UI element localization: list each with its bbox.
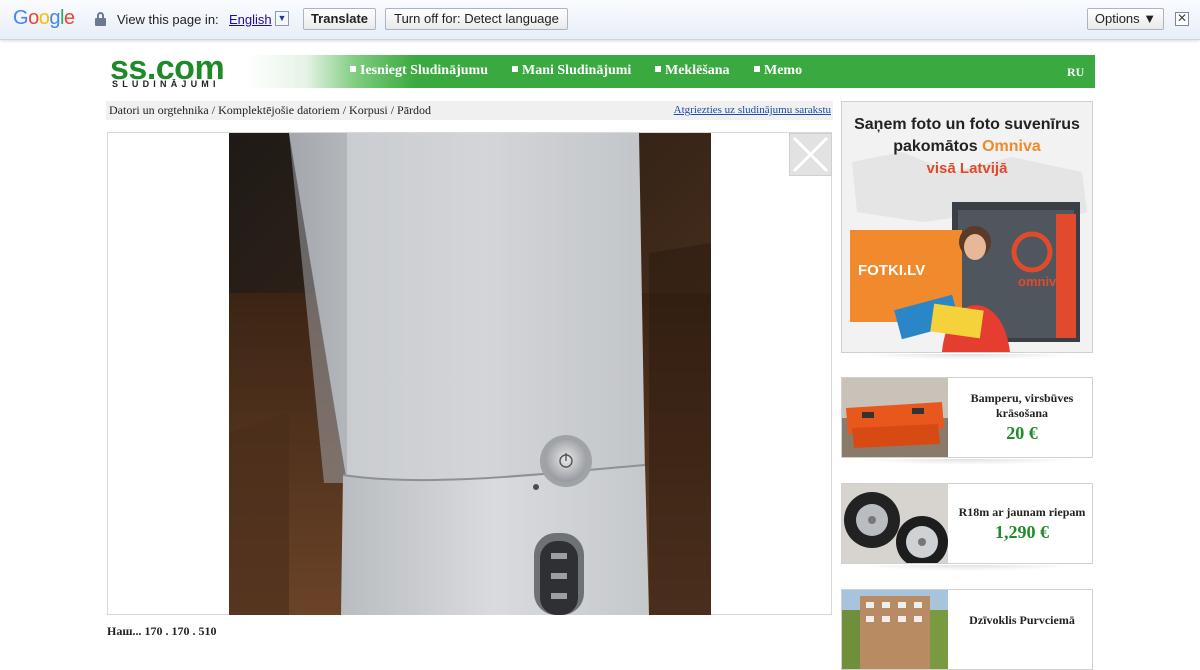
close-icon[interactable]: [789, 133, 832, 176]
google-logo-letter: o: [28, 7, 39, 29]
chevron-down-icon[interactable]: ▼: [275, 11, 289, 26]
breadcrumb-path[interactable]: Datori un orgtehnika / Komplektējošie da…: [109, 103, 431, 118]
google-logo-letter: g: [49, 7, 60, 29]
google-logo-letter: e: [63, 7, 75, 29]
google-logo-letter: G: [13, 7, 29, 29]
site-logo[interactable]: ss.com SLUDINĀJUMI: [106, 49, 346, 89]
translate-bar: Google View this page in: English ▼ Tran…: [0, 0, 1200, 40]
language-link[interactable]: English: [229, 12, 272, 27]
banner-headline-line2: pakomātos Omniva: [842, 136, 1092, 158]
ad-text: Bamperu, virsbūves krāsošana 20 €: [952, 378, 1092, 457]
logo-subtitle: SLUDINĀJUMI: [112, 79, 220, 89]
language-switch-ru[interactable]: RU: [1067, 65, 1084, 80]
ad-price: 20 €: [1006, 423, 1038, 443]
banner-brand: Omniva: [982, 138, 1041, 155]
ad-text: R18m ar jaunam riepam 1,290 €: [952, 484, 1092, 563]
banner-headline-line3: visā Latvijā: [926, 160, 1008, 177]
banner-headline-line1: Saņem foto un foto suvenīrus: [854, 116, 1080, 133]
nav-item-my-ads[interactable]: Mani Sludinājumi: [512, 63, 631, 79]
banner-headline: Saņem foto un foto suvenīrus pakomātos O…: [842, 114, 1092, 180]
ad-banner-omniva[interactable]: Saņem foto un foto suvenīrus pakomātos O…: [841, 101, 1093, 353]
nav-item-search[interactable]: Meklēšana: [655, 63, 730, 79]
listing-detail-partial: Наш... 170 . 170 . 510: [107, 624, 217, 638]
ad-shadow: [858, 354, 1078, 360]
ad-card-bumper[interactable]: Bamperu, virsbūves krāsošana 20 €: [841, 377, 1093, 458]
close-icon[interactable]: ✕: [1175, 12, 1189, 26]
listing-photo[interactable]: [229, 133, 711, 615]
listing-photo-frame: [107, 132, 832, 615]
ad-shadow: [858, 565, 1078, 571]
view-page-in-label: View this page in:: [117, 12, 219, 27]
site-header: Iesniegt Sludinājumu Mani Sludinājumi Me…: [106, 49, 1095, 89]
turn-off-button[interactable]: Turn off for: Detect language: [385, 8, 568, 30]
nav-item-label: Meklēšana: [665, 63, 730, 78]
ad-title: R18m ar jaunam riepam: [958, 504, 1086, 519]
nav-item-submit[interactable]: Iesniegt Sludinājumu: [350, 63, 488, 79]
google-logo: Google: [13, 7, 75, 30]
banner-headline-text: pakomātos: [893, 138, 978, 155]
ad-title: Dzīvoklis Purvciemā: [969, 613, 1075, 627]
ad-thumbnail: [842, 378, 948, 457]
google-logo-letter: o: [38, 7, 50, 29]
ad-price: 1,290 €: [995, 521, 1049, 542]
nav-item-memo[interactable]: Memo: [754, 63, 802, 79]
omniva-logo: omniva: [1018, 274, 1064, 289]
options-button[interactable]: Options ▼: [1087, 8, 1164, 30]
ad-title: Bamperu, virsbūves krāsošana: [970, 391, 1074, 420]
nav-item-label: Iesniegt Sludinājumu: [360, 63, 488, 78]
translate-button[interactable]: Translate: [303, 8, 376, 30]
back-to-list-link[interactable]: Atgriezties uz sludinājumu sarakstu: [674, 104, 831, 116]
ad-card-tires[interactable]: R18m ar jaunam riepam 1,290 €: [841, 483, 1093, 564]
lock-icon: [95, 12, 106, 26]
ad-thumbnail: [842, 484, 948, 563]
nav-bar: Iesniegt Sludinājumu Mani Sludinājumi Me…: [246, 55, 1095, 88]
breadcrumb: Datori un orgtehnika / Komplektējošie da…: [106, 101, 833, 120]
nav-item-label: Mani Sludinājumi: [522, 63, 632, 78]
nav-item-label: Memo: [764, 63, 803, 78]
fotki-logo: FOTKI.LV: [858, 262, 926, 279]
ad-shadow: [858, 459, 1078, 465]
